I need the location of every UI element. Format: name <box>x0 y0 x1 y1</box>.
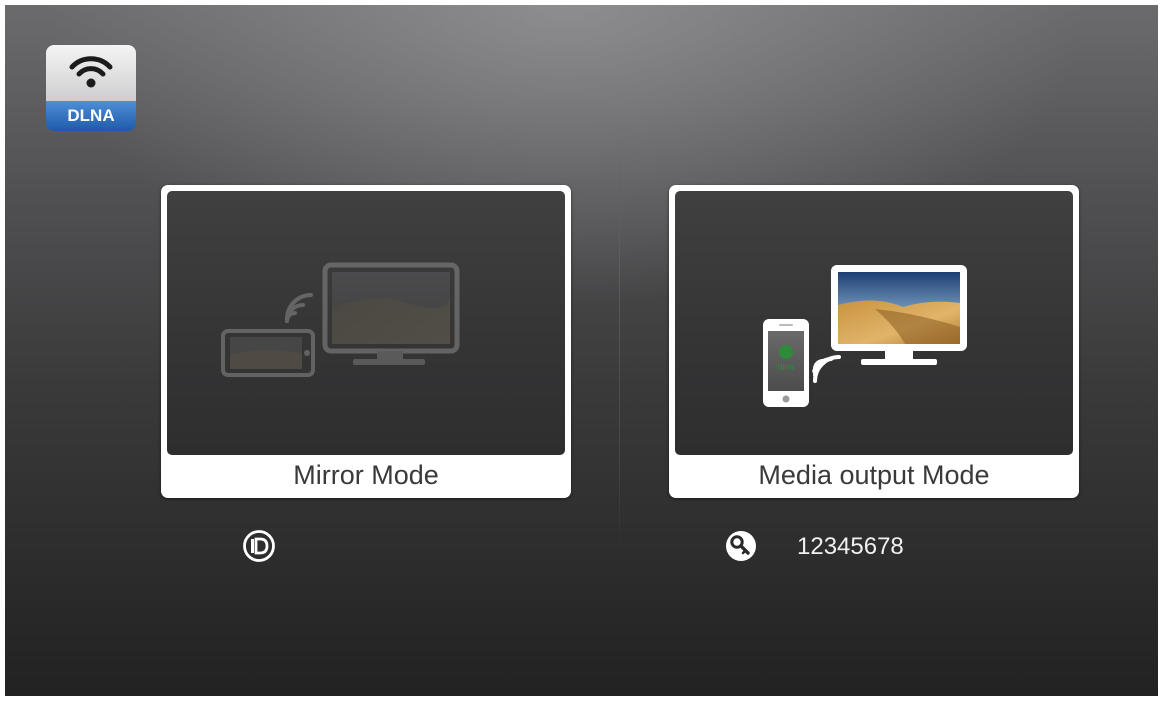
media-output-illustration-panel: dlna <box>675 191 1073 455</box>
phone-icon: dlna <box>763 319 809 407</box>
password-value: 12345678 <box>797 533 904 560</box>
wireless-signal-icon <box>813 355 841 383</box>
key-icon <box>726 531 756 561</box>
center-divider <box>619 135 620 555</box>
mirror-mode-illustration <box>221 262 460 377</box>
media-output-mode-label: Media output Mode <box>758 460 990 490</box>
tv-icon <box>322 262 460 365</box>
dlna-logo-label: DLNA <box>46 101 136 131</box>
dlna-logo-icon: DLNA <box>46 45 136 133</box>
wireless-signal-icon <box>285 293 313 323</box>
mirror-mode-label: Mirror Mode <box>293 460 439 490</box>
media-output-mode-card[interactable]: dlna Media output Mode <box>669 185 1079 498</box>
svg-text:dlna: dlna <box>777 362 794 372</box>
mirror-mode-illustration-panel <box>167 191 565 455</box>
tv-icon <box>831 265 967 365</box>
phone-icon <box>221 329 315 377</box>
id-icon <box>243 530 275 562</box>
media-output-illustration: dlna <box>763 265 967 407</box>
signal-dot <box>812 368 818 374</box>
dlna-screen: DLNA Mirror Mode dlna Media output Mode … <box>5 5 1158 696</box>
mirror-mode-card[interactable]: Mirror Mode <box>161 185 571 498</box>
wifi-icon <box>69 56 113 88</box>
